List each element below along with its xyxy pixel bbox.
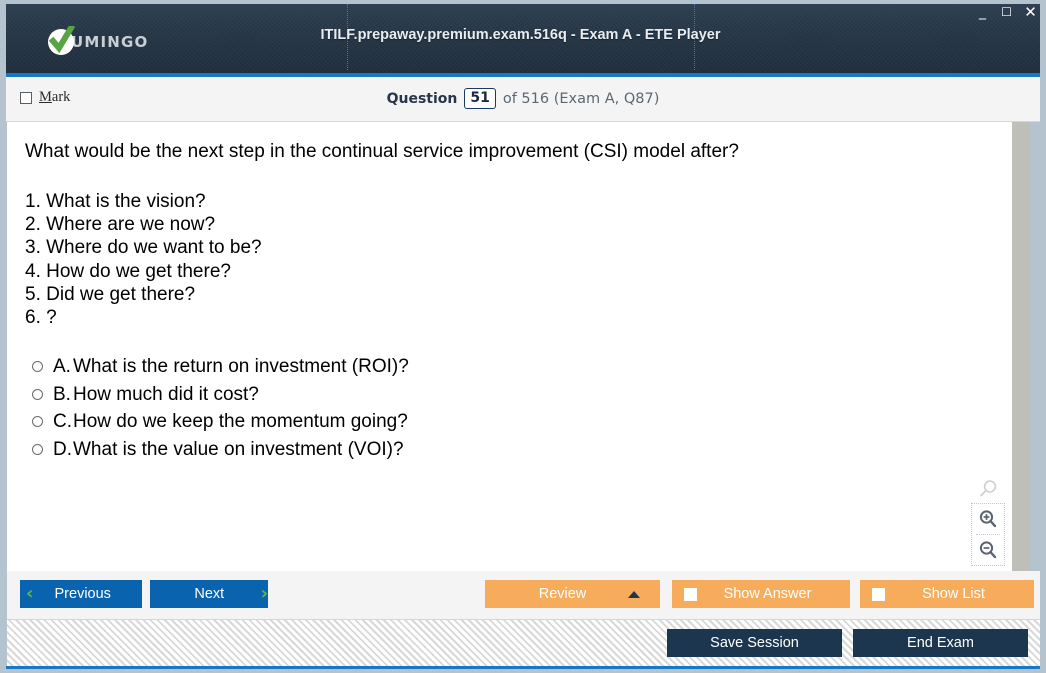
answer-option-d[interactable]: D. What is the value on investment (VOI)…	[32, 438, 998, 461]
question-body: What would be the next step in the conti…	[7, 122, 1012, 571]
previous-button[interactable]: ‹ Previous	[20, 580, 142, 608]
chevron-right-icon: ›	[260, 583, 268, 604]
review-button-label: Review	[538, 586, 587, 602]
answer-option-b[interactable]: B. How much did it cost?	[32, 383, 998, 406]
radio-icon[interactable]	[32, 443, 43, 455]
answer-choices: A. What is the return on investment (ROI…	[32, 355, 998, 461]
answer-option-c[interactable]: C. How do we keep the momentum going?	[32, 410, 998, 433]
answer-text: How much did it cost?	[73, 383, 259, 405]
question-counter-label: Question	[386, 90, 458, 107]
question-stem: What would be the next step in the conti…	[25, 141, 739, 162]
answer-letter: A.	[53, 356, 71, 378]
zoom-panel	[971, 503, 1005, 566]
checkbox-icon[interactable]	[684, 587, 697, 601]
exam-title: ITILF.prepaway.premium.exam.516q - Exam …	[320, 26, 721, 43]
maximize-icon[interactable]: ☐	[999, 5, 1014, 20]
list-item: 5. Did we get there?	[25, 283, 196, 305]
next-button[interactable]: Next ›	[150, 580, 268, 608]
radio-icon[interactable]	[32, 416, 43, 428]
caret-up-icon	[628, 590, 640, 598]
answer-letter: B.	[53, 383, 71, 405]
list-item: 6. ?	[25, 307, 57, 329]
magnifier-icon[interactable]	[968, 475, 1008, 503]
show-answer-button[interactable]: Show Answer	[672, 580, 850, 608]
answer-letter: C.	[53, 411, 72, 433]
radio-icon[interactable]	[32, 361, 43, 373]
checkmark-icon	[48, 26, 75, 55]
minimize-icon[interactable]: _	[975, 4, 990, 20]
question-step-list: 1. What is the vision? 2. Where are we n…	[25, 190, 998, 329]
vumingo-logo: UMINGO	[48, 26, 149, 56]
list-item: 2. Where are we now?	[25, 214, 216, 236]
content-scrollbar[interactable]	[1012, 122, 1030, 571]
question-number-field[interactable]: 51	[464, 88, 496, 109]
show-answer-label: Show Answer	[723, 586, 812, 602]
list-item: 1. What is the vision?	[25, 191, 206, 212]
save-session-button[interactable]: Save Session	[667, 629, 842, 657]
question-info-bar: Mark Question 51 of 516 (Exam A, Q87)	[6, 77, 1040, 122]
review-button[interactable]: Review	[485, 580, 660, 608]
list-item: 4. How do we get there?	[25, 260, 231, 282]
end-exam-button[interactable]: End Exam	[853, 629, 1028, 657]
logo-text: UMINGO	[71, 33, 149, 51]
answer-text: What is the return on investment (ROI)?	[73, 356, 409, 378]
answer-letter: D.	[53, 438, 72, 460]
previous-button-label: Previous	[54, 586, 111, 602]
chevron-left-icon: ‹	[26, 583, 34, 604]
close-icon[interactable]: ✕	[1023, 4, 1038, 20]
show-list-button[interactable]: Show List	[860, 580, 1034, 608]
answer-text: What is the value on investment (VOI)?	[73, 438, 404, 460]
zoom-in-icon[interactable]	[972, 504, 1004, 534]
show-list-label: Show List	[922, 586, 985, 602]
question-content-area: What would be the next step in the conti…	[7, 122, 1030, 571]
footer-bar: Save Session End Exam	[7, 619, 1040, 666]
scrollbar-thumb[interactable]	[1012, 122, 1030, 571]
question-counter-total: of 516 (Exam A, Q87)	[502, 90, 660, 107]
radio-icon[interactable]	[32, 388, 43, 400]
zoom-widget	[968, 475, 1008, 566]
list-item: 3. Where do we want to be?	[25, 237, 262, 259]
question-counter: Question 51 of 516 (Exam A, Q87)	[6, 88, 1040, 109]
next-button-label: Next	[194, 586, 225, 602]
zoom-out-icon[interactable]	[972, 535, 1004, 565]
answer-text: How do we keep the momentum going?	[73, 411, 408, 433]
footer-accent-line	[6, 666, 1040, 669]
checkbox-icon[interactable]	[872, 587, 885, 601]
ete-player-window: UMINGO ITILF.prepaway.premium.exam.516q …	[0, 0, 1046, 673]
answer-option-a[interactable]: A. What is the return on investment (ROI…	[32, 355, 998, 378]
navigation-toolbar: ‹ Previous Next › Review Show Answer Sho…	[7, 571, 1040, 619]
window-controls: _ ☐ ✕	[975, 4, 1038, 20]
